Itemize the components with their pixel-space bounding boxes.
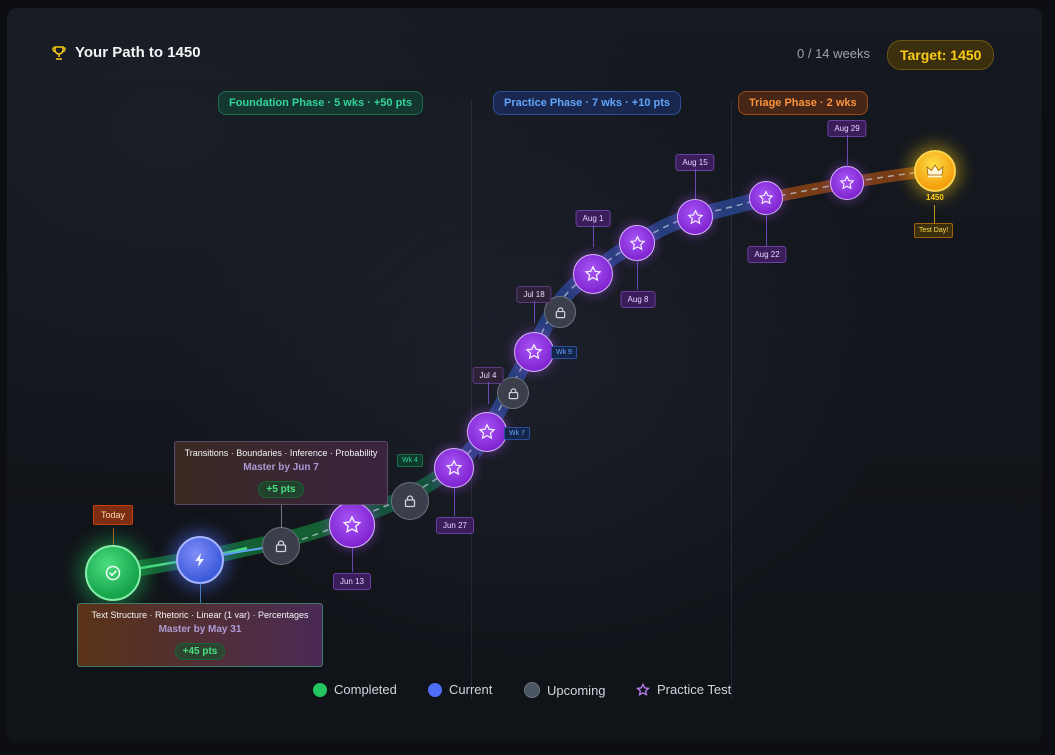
legend-label: Completed <box>334 682 397 697</box>
practice-test-node[interactable] <box>749 181 783 215</box>
milestone-points: +5 pts <box>258 481 304 498</box>
date-tag: Jun 27 <box>435 517 475 534</box>
completed-dot-icon <box>313 682 327 697</box>
lock-icon <box>404 495 416 508</box>
star-icon <box>687 208 703 224</box>
date-stem <box>534 301 535 323</box>
lock-icon <box>555 306 565 318</box>
practice-test-node[interactable] <box>619 225 655 261</box>
week-label: Wk 4 <box>397 454 423 467</box>
test-day-label: Test Day! <box>914 223 954 238</box>
goal-stem <box>934 205 935 223</box>
upcoming-dot-icon <box>524 682 540 698</box>
star-icon <box>629 234 645 250</box>
date-stem <box>637 260 638 290</box>
current-dot-icon <box>428 682 442 697</box>
crown-icon <box>926 164 944 178</box>
legend-completed: Completed <box>313 682 397 697</box>
date-stem <box>352 548 353 572</box>
star-icon <box>478 423 496 440</box>
path-card: Your Path to 1450 0 / 14 weeks Target: 1… <box>7 8 1042 743</box>
star-icon <box>636 682 650 696</box>
star-icon <box>445 459 463 476</box>
date-tag: Aug 8 <box>620 291 656 308</box>
legend-label: Practice Test <box>657 682 732 697</box>
current-node[interactable] <box>176 536 224 584</box>
goal-node[interactable] <box>914 150 956 192</box>
date-tag: Jun 13 <box>332 573 372 590</box>
date-stem <box>593 225 594 247</box>
practice-test-node[interactable] <box>573 254 613 294</box>
upcoming-locked-node[interactable] <box>391 482 429 520</box>
milestone-stem <box>281 504 282 528</box>
lightning-icon <box>195 553 204 567</box>
date-stem <box>488 382 489 404</box>
practice-test-node[interactable] <box>329 502 375 548</box>
legend-practice-test: Practice Test <box>636 682 731 697</box>
current-stem <box>200 582 201 604</box>
milestone-mastery-date: Master by Jun 7 <box>243 462 319 473</box>
legend-current: Current <box>428 682 492 697</box>
practice-test-node[interactable] <box>677 199 713 235</box>
today-marker: Today <box>93 505 134 525</box>
star-icon <box>525 343 543 360</box>
completed-node[interactable] <box>85 545 141 601</box>
date-stem <box>695 169 696 199</box>
star-icon <box>758 190 774 205</box>
week-label: Wk 7 <box>504 427 530 440</box>
lock-icon <box>275 540 287 553</box>
goal-score: 1450 <box>926 193 944 202</box>
milestone-info-upcoming[interactable]: Transitions · Boundaries · Inference · P… <box>174 441 388 505</box>
milestone-topics: Text Structure · Rhetoric · Linear (1 va… <box>91 610 309 620</box>
date-stem <box>847 135 848 167</box>
milestone-info-current[interactable]: Text Structure · Rhetoric · Linear (1 va… <box>77 603 323 667</box>
practice-test-node[interactable] <box>467 412 507 452</box>
legend-label: Upcoming <box>547 682 606 698</box>
legend-label: Current <box>449 682 493 697</box>
practice-test-node[interactable] <box>514 332 554 372</box>
lock-icon <box>508 387 518 399</box>
practice-test-node[interactable] <box>830 166 864 200</box>
star-icon <box>342 515 362 534</box>
date-stem <box>766 214 767 246</box>
star-icon <box>839 175 855 190</box>
date-tag: Aug 22 <box>747 246 787 263</box>
practice-test-node[interactable] <box>434 448 474 488</box>
milestone-topics: Transitions · Boundaries · Inference · P… <box>184 448 378 458</box>
date-stem <box>454 488 455 516</box>
milestone-points: +45 pts <box>174 643 226 660</box>
check-icon <box>105 565 121 581</box>
milestone-mastery-date: Master by May 31 <box>158 624 242 635</box>
upcoming-locked-node[interactable] <box>262 527 300 565</box>
week-label: Wk 9 <box>551 346 577 359</box>
legend-upcoming: Upcoming <box>524 682 606 698</box>
star-icon <box>584 265 602 282</box>
